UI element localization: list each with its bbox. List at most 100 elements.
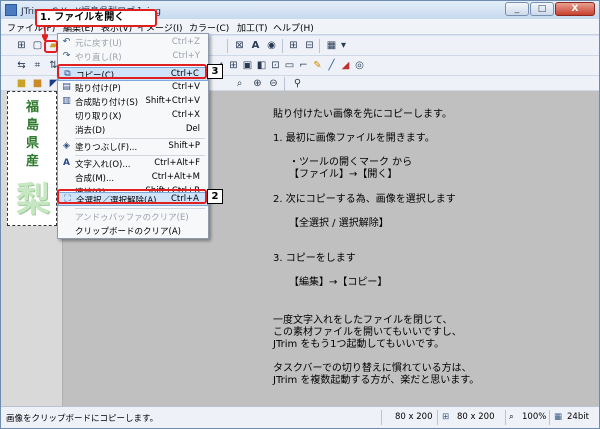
text-icon: A: [63, 158, 70, 168]
status-size-1: 80 x 200: [395, 412, 433, 422]
zoom-icon: ⌕: [509, 412, 514, 422]
menu-item-text[interactable]: A 文字入れ(O)... Ctrl+Alt+F: [58, 157, 208, 171]
blur-icon[interactable]: ▣: [241, 59, 254, 72]
paste-merge-icon: ▥: [62, 96, 71, 106]
sepia-icon[interactable]: ■: [31, 77, 44, 90]
menu-item-shortcut: Ctrl+Alt+M: [151, 172, 200, 182]
maximize-button[interactable]: □: [530, 2, 554, 16]
callout-arrow-icon: [42, 27, 48, 41]
instruction-step1: 1. 最初に画像ファイルを開きます。: [273, 133, 435, 144]
menu-item-delete[interactable]: 消去(D) Del: [58, 123, 208, 137]
menu-item-shortcut: Ctrl+Z: [171, 37, 200, 47]
menu-item-shortcut: Ctrl+Y: [172, 51, 200, 61]
menu-item-label: 塗りつぶし(F)...: [75, 143, 138, 153]
chevron-down-icon[interactable]: ▾: [337, 39, 350, 52]
color-icon[interactable]: ◉: [265, 39, 278, 52]
callout-step2-number: 2: [207, 189, 223, 204]
image-thumbnail[interactable]: 福 島 県 産 梨: [7, 91, 57, 226]
menu-item-label: 貼り付け(P): [75, 84, 121, 94]
menu-item-shortcut: Shift+P: [168, 141, 200, 151]
crop-area-icon[interactable]: ⌐: [297, 59, 310, 72]
menu-process[interactable]: 加工(T): [237, 21, 268, 34]
callout-step3-number: 3: [207, 64, 223, 79]
text-tool-icon[interactable]: A: [249, 39, 262, 52]
menu-help[interactable]: ヘルプ(H): [273, 21, 314, 34]
eraser-icon[interactable]: ◢: [339, 59, 352, 72]
menu-item-label: クリップボードのクリア(A): [75, 227, 181, 237]
eyedropper-icon[interactable]: ⚲: [291, 77, 304, 90]
status-bar: 画像をクリップボードにコピーします。 80 x 200 ⊞ 80 x 200 ⌕…: [1, 406, 599, 428]
image-big-kanji: 梨: [16, 180, 50, 220]
spiral-icon[interactable]: ◎: [353, 59, 366, 72]
zoom-dropdown-icon[interactable]: ⌕: [233, 77, 246, 90]
instruction-step1-b: 【ファイル】→【開く】: [289, 169, 398, 180]
depth-icon: ▦: [554, 412, 563, 422]
menu-item-label: 合成貼り付け(S): [75, 98, 139, 108]
menu-item-compose[interactable]: 合成(M)... Ctrl+Alt+M: [58, 171, 208, 185]
status-depth: 24bit: [567, 412, 589, 422]
menu-item-shortcut: Ctrl+X: [171, 110, 200, 120]
menu-item-redo[interactable]: ↷ やり直し(R) Ctrl+Y: [58, 50, 208, 64]
menu-item-paste-merge[interactable]: ▥ 合成貼り付け(S) Shift+Ctrl+V: [58, 95, 208, 109]
callout-copy-box: [57, 64, 207, 79]
window-controls: _ □ X: [505, 2, 595, 16]
fill-icon: ◈: [63, 141, 70, 151]
tile-icon[interactable]: ⊟: [303, 39, 316, 52]
image-panel: 福 島 県 産 梨: [1, 91, 63, 406]
menu-item-label: 合成(M)...: [75, 174, 115, 184]
paste-icon: ▤: [62, 82, 71, 92]
instruction-step2: 2. 次にコピーする為、画像を選択します: [273, 194, 456, 205]
redo-icon: ↷: [62, 51, 71, 61]
menu-item-shortcut: Del: [185, 124, 200, 134]
menu-item-fill[interactable]: ◈ 塗りつぶし(F)... Shift+P: [58, 140, 208, 154]
menu-item-label: やり直し(R): [75, 53, 122, 63]
pen-icon[interactable]: ╱: [325, 59, 338, 72]
menu-item-cut[interactable]: 切り取り(X) Ctrl+X: [58, 109, 208, 123]
instruction-note-5: JTrim を複数起動する方が、楽だと思います。: [273, 375, 480, 386]
grid-icon[interactable]: ⊞: [287, 39, 300, 52]
frame-icon[interactable]: ▭: [283, 59, 296, 72]
menu-item-shortcut: Ctrl+V: [171, 82, 200, 92]
status-message: 画像をクリップボードにコピーします。: [6, 414, 159, 424]
new-window-icon[interactable]: ⊞: [15, 39, 28, 52]
instruction-note-3: JTrim をもう1つ起動してもいいです。: [273, 339, 445, 350]
image-kanji-1: 福: [26, 100, 40, 115]
menu-item-label: 文字入れ(O)...: [75, 160, 131, 170]
instruction-intro: 貼り付けたい画像を先にコピーします。: [273, 109, 452, 120]
rotate-icon[interactable]: ⇆: [15, 59, 28, 72]
resize-icon[interactable]: ⊡: [269, 59, 282, 72]
menu-item-shortcut: Shift+Ctrl+V: [145, 96, 200, 106]
zoom-out-icon[interactable]: ⊖: [267, 77, 280, 90]
menu-item-clear-clipboard[interactable]: クリップボードのクリア(A): [58, 224, 208, 238]
instruction-step3-a: 【編集】→【コピー】: [289, 277, 388, 288]
menu-item-label: 切り取り(X): [75, 112, 122, 122]
crop-icon[interactable]: ⌗: [31, 59, 44, 72]
size-icon: ⊞: [442, 412, 450, 422]
instruction-step2-a: 【全選択 / 選択解除】: [289, 218, 389, 229]
sharpen-icon[interactable]: ◧: [255, 59, 268, 72]
menu-item-label: 元に戻す(U): [75, 39, 122, 49]
app-icon: [5, 4, 17, 16]
brush-icon[interactable]: ✎: [311, 59, 324, 72]
callout-open-folder-box: [44, 40, 58, 53]
select-icon[interactable]: ⊠: [233, 39, 246, 52]
callout-select-all-box: [57, 189, 207, 204]
image-kanji-2: 島: [26, 118, 40, 133]
undo-icon: ↶: [62, 37, 71, 47]
menu-item-shortcut: Ctrl+Alt+F: [154, 158, 200, 168]
status-size-2: 80 x 200: [457, 412, 495, 422]
mono-icon[interactable]: ■: [15, 77, 28, 90]
minimize-button[interactable]: _: [505, 2, 529, 16]
menu-item-clear-undo[interactable]: アンドゥバッファのクリア(E): [58, 210, 208, 224]
mosaic-icon[interactable]: ⊞: [227, 59, 240, 72]
instruction-step3: 3. コピーをします: [273, 253, 356, 264]
zoom-in-icon[interactable]: ⊕: [251, 77, 264, 90]
status-zoom: 100%: [522, 412, 547, 422]
menu-item-label: アンドゥバッファのクリア(E): [75, 213, 189, 223]
menu-item-label: 消去(D): [75, 126, 106, 136]
close-button[interactable]: X: [555, 2, 595, 16]
image-kanji-3: 県: [26, 136, 40, 151]
menu-item-undo[interactable]: ↶ 元に戻す(U) Ctrl+Z: [58, 36, 208, 50]
menu-item-paste[interactable]: ▤ 貼り付け(P) Ctrl+V: [58, 81, 208, 95]
callout-step1: 1. ファイルを開く: [35, 9, 157, 27]
